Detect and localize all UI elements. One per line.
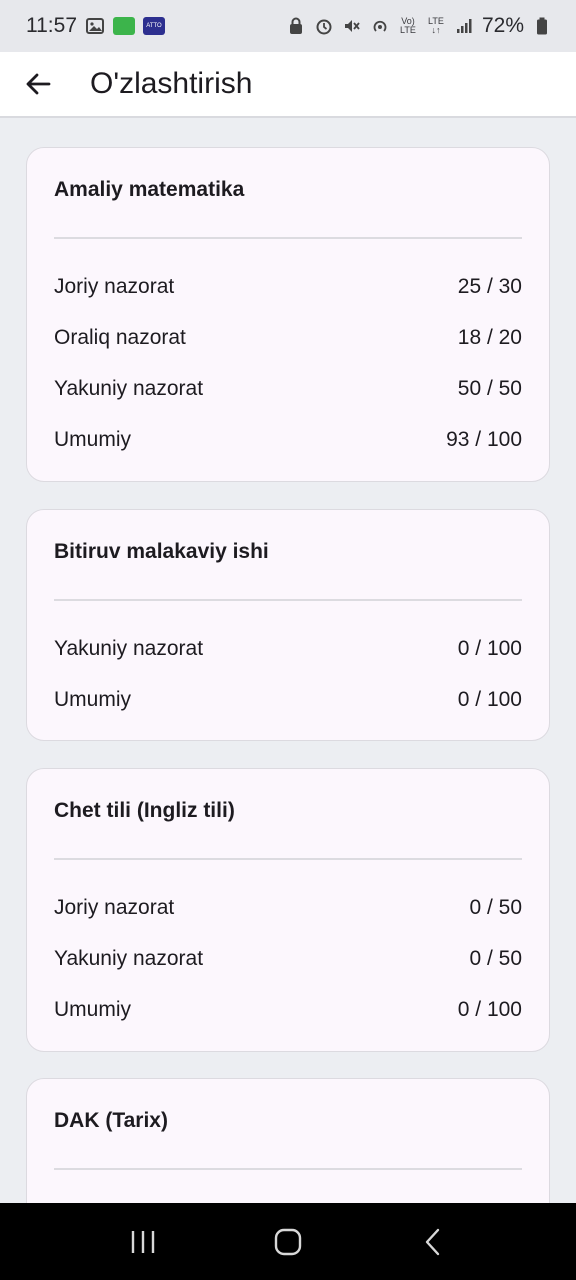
subjects-list[interactable]: Amaliy matematika Joriy nazorat 25 / 30 …: [0, 120, 576, 1203]
score-value: 25 / 30: [457, 275, 522, 298]
status-bar-left: 11:57 ATTO: [26, 14, 165, 38]
subject-card[interactable]: Amaliy matematika Joriy nazorat 25 / 30 …: [26, 147, 550, 482]
score-row: Umumiy 93 / 100: [54, 425, 522, 455]
lock-icon: [286, 16, 306, 36]
recent-apps-button[interactable]: [113, 1212, 173, 1272]
lte-icon: LTE ↓↑: [428, 16, 444, 35]
score-row: Oraliq nazorat 18 / 20: [54, 323, 522, 353]
signal-icon: [454, 16, 474, 36]
subject-title: Chet tili (Ingliz tili): [54, 799, 235, 822]
score-label: Joriy nazorat: [54, 275, 175, 298]
subject-title: Bitiruv malakaviy ishi: [54, 540, 269, 563]
score-value: 0 / 100: [457, 998, 522, 1021]
score-row: Yakuniy nazorat 0 / 100: [54, 634, 522, 664]
card-divider: [54, 599, 522, 601]
subject-card[interactable]: Chet tili (Ingliz tili) Joriy nazorat 0 …: [26, 768, 550, 1052]
status-time: 11:57: [26, 14, 77, 37]
status-bar-right: Vo) LTE LTE ↓↑ 72%: [286, 14, 552, 38]
score-row: Umumiy 0 / 100: [54, 995, 522, 1025]
subject-card[interactable]: Bitiruv malakaviy ishi Yakuniy nazorat 0…: [26, 509, 550, 741]
page-title: O'zlashtirish: [90, 67, 253, 100]
score-row: Yakuniy nazorat 0 / 50: [54, 944, 522, 974]
atto-app-icon: ATTO: [143, 17, 165, 35]
alarm-icon: [314, 16, 334, 36]
score-value: 0 / 50: [469, 947, 522, 970]
score-row: Joriy nazorat 0 / 50: [54, 893, 522, 923]
score-row: Umumiy 0 / 100: [54, 685, 522, 715]
card-divider: [54, 858, 522, 860]
volte-icon: Vo) LTE: [400, 16, 416, 35]
home-icon: [274, 1228, 302, 1255]
score-row: Joriy nazorat 25 / 30: [54, 272, 522, 302]
arrow-left-icon: [26, 73, 51, 95]
gallery-icon: [85, 16, 105, 36]
recent-apps-icon: [131, 1230, 154, 1253]
score-label: Umumiy: [54, 688, 131, 711]
score-label: Umumiy: [54, 998, 131, 1021]
back-button[interactable]: [0, 51, 76, 117]
score-label: Yakuniy nazorat: [54, 947, 204, 970]
chevron-left-icon: [426, 1228, 440, 1255]
battery-icon: [532, 16, 552, 36]
mute-icon: [342, 16, 362, 36]
score-value: 0 / 50: [469, 896, 522, 919]
home-button[interactable]: [258, 1212, 318, 1272]
card-divider: [54, 237, 522, 239]
card-divider: [54, 1168, 522, 1170]
subject-title: Amaliy matematika: [54, 178, 245, 201]
score-label: Yakuniy nazorat: [54, 637, 204, 660]
score-row: Yakuniy nazorat 50 / 50: [54, 374, 522, 404]
score-value: 50 / 50: [457, 377, 522, 400]
score-label: Umumiy: [54, 428, 131, 451]
subject-title: DAK (Tarix): [54, 1109, 168, 1132]
score-value: 93 / 100: [446, 428, 522, 451]
status-bar: 11:57 ATTO Vo) LTE LTE ↓↑ 72%: [0, 0, 576, 52]
score-value: 0 / 100: [457, 688, 522, 711]
score-label: Joriy nazorat: [54, 896, 175, 919]
score-label: Oraliq nazorat: [54, 326, 186, 349]
subject-card[interactable]: DAK (Tarix): [26, 1078, 550, 1203]
score-value: 0 / 100: [457, 637, 522, 660]
system-navigation-bar: [0, 1203, 576, 1280]
battery-percent: 72%: [481, 14, 524, 37]
hotspot-icon: [370, 16, 390, 36]
back-nav-button[interactable]: [403, 1212, 463, 1272]
score-value: 18 / 20: [457, 326, 522, 349]
score-label: Yakuniy nazorat: [54, 377, 204, 400]
notification-app-icon: [113, 17, 135, 35]
app-bar: O'zlashtirish: [0, 52, 576, 118]
